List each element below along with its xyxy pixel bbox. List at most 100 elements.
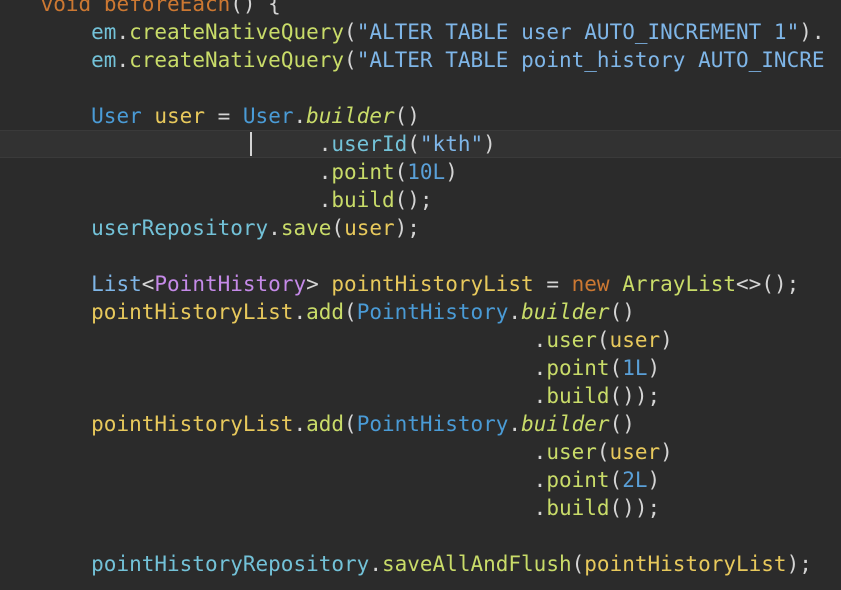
code-line[interactable]: void beforeEach() { <box>0 0 281 18</box>
code-line[interactable]: userRepository.save(user); <box>0 214 420 242</box>
code-token: . <box>293 104 307 128</box>
code-token: user <box>344 216 395 240</box>
code-token: . <box>508 412 522 436</box>
code-token: save <box>280 216 332 240</box>
code-token: ArrayList <box>622 272 737 296</box>
code-token: pointHistoryList <box>331 272 534 296</box>
code-token: ) <box>647 468 661 492</box>
code-token: build <box>331 188 395 212</box>
code-line[interactable]: em.createNativeQuery("ALTER TABLE user A… <box>0 18 825 46</box>
code-token: . <box>293 412 307 436</box>
code-token: ( <box>344 20 357 44</box>
code-token: user <box>546 328 597 352</box>
code-token: point <box>546 468 610 492</box>
code-token: "ALTER TABLE point_history AUTO_INCRE <box>356 48 825 72</box>
code-token: new <box>571 272 610 296</box>
code-line[interactable]: .build()); <box>0 382 660 410</box>
code-line[interactable]: pointHistoryList.add(PointHistory.builde… <box>0 298 635 326</box>
code-token: build <box>546 496 610 520</box>
code-token: ( <box>609 468 623 492</box>
code-token: "kth" <box>419 132 484 156</box>
code-token: . <box>533 328 547 352</box>
code-token: List <box>91 272 142 296</box>
code-line[interactable]: .user(user) <box>0 438 673 466</box>
code-token: ) <box>660 440 673 464</box>
code-line[interactable]: em.createNativeQuery("ALTER TABLE point_… <box>0 46 825 74</box>
code-token: userRepository <box>91 216 269 240</box>
code-token: userId <box>331 132 408 156</box>
code-token: user <box>546 440 597 464</box>
code-token: . <box>293 300 307 324</box>
code-token: . <box>268 216 281 240</box>
code-token: . <box>533 496 547 520</box>
code-token: ( <box>596 328 610 352</box>
code-token: 1L <box>622 356 648 380</box>
code-line[interactable]: .point(1L) <box>0 354 660 382</box>
code-token: saveAllAndFlush <box>381 552 572 576</box>
code-line[interactable]: .userId("kth") <box>0 130 496 158</box>
code-token: point <box>331 160 395 184</box>
code-token: em <box>91 20 117 44</box>
code-token: PointHistory <box>356 412 509 436</box>
code-line[interactable]: .build()); <box>0 494 660 522</box>
code-line[interactable]: User user = User.builder() <box>0 102 420 130</box>
code-token: 10L <box>407 160 446 184</box>
code-line[interactable]: pointHistoryRepository.saveAllAndFlush(p… <box>0 550 812 578</box>
code-token: ( <box>344 48 357 72</box>
code-token: = <box>533 272 572 296</box>
code-token: ( <box>407 132 420 156</box>
code-token: builder <box>306 104 395 128</box>
code-token: > <box>306 272 332 296</box>
code-token: PointHistory <box>154 272 307 296</box>
code-token: createNativeQuery <box>129 48 345 72</box>
code-token: createNativeQuery <box>129 20 345 44</box>
code-line[interactable]: .user(user) <box>0 326 673 354</box>
code-token: pointHistoryRepository <box>91 552 370 576</box>
code-token: () { <box>230 0 281 16</box>
code-token: ). <box>799 20 825 44</box>
code-token: ) <box>483 132 496 156</box>
code-token: . <box>318 160 332 184</box>
code-line[interactable]: .point(2L) <box>0 466 660 494</box>
code-line[interactable]: .point(10L) <box>0 158 458 186</box>
code-token: ( <box>596 440 610 464</box>
code-token: build <box>546 384 610 408</box>
code-token: ()); <box>609 384 661 408</box>
code-token: pointHistoryList <box>584 552 787 576</box>
code-token: . <box>508 300 522 324</box>
code-token: builder <box>521 300 610 324</box>
code-token: add <box>306 412 345 436</box>
code-token: ( <box>331 216 345 240</box>
code-token: . <box>533 356 547 380</box>
code-token: pointHistoryList <box>91 412 294 436</box>
code-token: ( <box>344 300 357 324</box>
code-token: ) <box>647 356 661 380</box>
code-token: <>(); <box>736 272 800 296</box>
code-token: () <box>394 104 420 128</box>
code-token: ( <box>571 552 585 576</box>
code-token: ); <box>786 552 812 576</box>
code-line[interactable]: List<PointHistory> pointHistoryList = ne… <box>0 270 799 298</box>
code-token: user <box>154 104 205 128</box>
code-token: . <box>116 48 130 72</box>
code-token: point <box>546 356 610 380</box>
code-token: "ALTER TABLE user AUTO_INCREMENT 1" <box>356 20 800 44</box>
code-token: ( <box>344 412 357 436</box>
code-editor[interactable]: void beforeEach() { em.createNativeQuery… <box>0 0 841 590</box>
code-line[interactable]: pointHistoryList.add(PointHistory.builde… <box>0 410 635 438</box>
code-token: ()); <box>609 496 661 520</box>
code-line[interactable]: .build(); <box>0 186 433 214</box>
